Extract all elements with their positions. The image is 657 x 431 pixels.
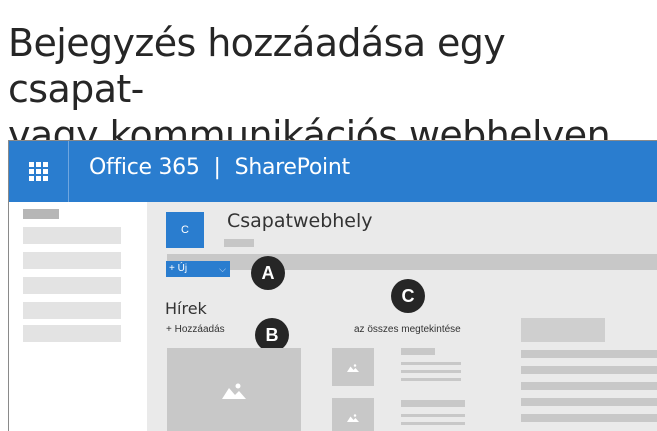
nav-item-placeholder[interactable] — [23, 302, 121, 319]
news-text-placeholder — [401, 422, 465, 425]
sharepoint-mockup: Office 365 | SharePoint C Csapatwebhely + … — [8, 140, 657, 431]
callout-c: C — [391, 279, 425, 313]
callout-b: B — [255, 318, 289, 352]
new-button[interactable]: + Új ⌵ — [166, 261, 230, 277]
app-name: Office 365 — [89, 155, 200, 180]
site-title[interactable]: Csapatwebhely — [227, 210, 373, 232]
new-button-label: + Új — [169, 263, 188, 274]
list-row-placeholder — [521, 398, 657, 406]
list-row-placeholder — [521, 350, 657, 358]
site-logo-letter: C — [181, 224, 189, 236]
news-text-placeholder — [401, 370, 461, 373]
suite-header: Office 365 | SharePoint — [9, 141, 657, 202]
news-section-title: Hírek — [165, 299, 207, 318]
nav-header-placeholder — [23, 209, 59, 219]
site-canvas: C Csapatwebhely + Új ⌵ A Hírek + Hozzáad… — [147, 202, 657, 431]
left-navigation — [9, 202, 147, 431]
page-heading: Bejegyzés hozzáadása egy csapat- vagy ko… — [8, 20, 648, 158]
product-name[interactable]: SharePoint — [235, 155, 350, 180]
see-all-link[interactable]: az összes megtekintése — [354, 324, 461, 335]
image-placeholder-icon — [347, 363, 359, 372]
callout-a: A — [251, 256, 285, 290]
brand-separator: | — [213, 155, 221, 180]
suite-brand: Office 365 | SharePoint — [89, 155, 350, 180]
nav-item-placeholder[interactable] — [23, 277, 121, 294]
news-thumbnail[interactable] — [332, 398, 374, 431]
site-logo[interactable]: C — [166, 212, 204, 248]
app-launcher-icon — [29, 162, 48, 181]
news-text-placeholder — [401, 378, 461, 381]
app-launcher-button[interactable] — [9, 141, 69, 202]
news-headline-placeholder — [401, 400, 465, 407]
news-hero-image[interactable] — [167, 348, 301, 431]
nav-item-placeholder[interactable] — [23, 227, 121, 244]
news-headline-placeholder — [401, 348, 435, 355]
news-text-placeholder — [401, 414, 465, 417]
list-row-placeholder — [521, 366, 657, 374]
image-placeholder-icon — [347, 413, 359, 422]
list-row-placeholder — [521, 382, 657, 390]
news-thumbnail[interactable] — [332, 348, 374, 386]
heading-line-1: Bejegyzés hozzáadása egy csapat- — [8, 21, 506, 111]
web-part-header-placeholder — [521, 318, 605, 342]
command-bar — [167, 254, 657, 270]
nav-item-placeholder[interactable] — [23, 252, 121, 269]
site-subtitle-placeholder — [224, 239, 254, 247]
chevron-down-icon: ⌵ — [219, 264, 226, 274]
add-news-link[interactable]: + Hozzáadás — [166, 324, 225, 335]
list-row-placeholder — [521, 414, 657, 422]
news-text-placeholder — [401, 362, 461, 365]
image-placeholder-icon — [222, 383, 246, 399]
nav-item-placeholder[interactable] — [23, 325, 121, 342]
